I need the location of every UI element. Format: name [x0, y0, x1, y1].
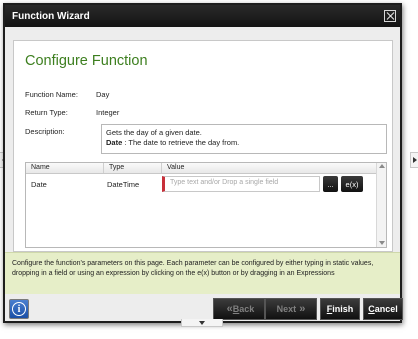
back-label: ack [239, 304, 255, 314]
finish-label: inish [332, 304, 354, 314]
grid-header: Name Type Value [26, 163, 386, 174]
description-summary: Gets the day of a given date. [106, 128, 202, 137]
description-param: Date : The date to retrieve the day from… [106, 138, 382, 148]
description-param-name: Date [106, 138, 123, 147]
close-icon[interactable] [384, 10, 396, 22]
table-row: Date DateTime Type text and/or Drop a si… [26, 174, 386, 194]
description-param-text: : The date to retrieve the day from. [122, 138, 240, 147]
function-name-value: Day [96, 90, 110, 99]
info-button[interactable]: i [9, 299, 29, 319]
back-button[interactable]: « Back [213, 298, 265, 320]
back-chevron-icon: « [226, 303, 233, 315]
arrow-down-icon [199, 320, 205, 325]
help-text: Configure the function's parameters on t… [5, 252, 400, 294]
return-type-value: Integer [96, 108, 120, 117]
column-header-value[interactable]: Value [162, 163, 378, 173]
function-name-label: Function Name: [25, 90, 78, 99]
function-wizard-dialog: Function Wizard Configure Function Funct… [3, 3, 403, 323]
navigation-buttons: « Back Next » Finish Cancel [213, 298, 403, 320]
browse-button[interactable]: ... [323, 176, 338, 192]
return-type-label: Return Type: [25, 108, 68, 117]
info-icon: i [12, 302, 26, 316]
param-type-cell: DateTime [107, 179, 140, 189]
expression-button[interactable]: e(x) [341, 176, 363, 192]
grid-scrollbar[interactable] [376, 163, 386, 247]
page-title: Configure Function [25, 53, 148, 69]
collapse-bottom-tab[interactable] [181, 319, 223, 327]
scroll-down-icon[interactable] [379, 241, 385, 245]
finish-button[interactable]: Finish [320, 298, 360, 320]
param-value-input[interactable]: Type text and/or Drop a single field [162, 176, 320, 192]
configure-panel: Configure Function Function Name: Day Re… [13, 40, 393, 252]
description-label: Description: [25, 127, 65, 136]
parameters-grid: Name Type Value Date DateTime Type text … [25, 162, 387, 248]
dialog-titlebar: Function Wizard [5, 5, 400, 27]
dialog-body: Configure Function Function Name: Day Re… [5, 27, 403, 321]
scroll-up-icon[interactable] [379, 164, 385, 168]
cancel-button[interactable]: Cancel [363, 298, 403, 320]
param-name-cell: Date [31, 179, 47, 189]
column-header-name[interactable]: Name [26, 163, 104, 173]
next-chevron-icon: » [299, 303, 305, 315]
description-box: Gets the day of a given date. Date : The… [101, 124, 387, 154]
arrow-right-icon [412, 157, 417, 163]
next-button[interactable]: Next » [265, 298, 317, 320]
next-label: Next [276, 304, 297, 314]
column-header-type[interactable]: Type [104, 163, 162, 173]
collapse-right-tab[interactable] [410, 152, 418, 168]
cancel-label: ancel [374, 304, 398, 314]
dialog-title: Function Wizard [12, 10, 90, 22]
